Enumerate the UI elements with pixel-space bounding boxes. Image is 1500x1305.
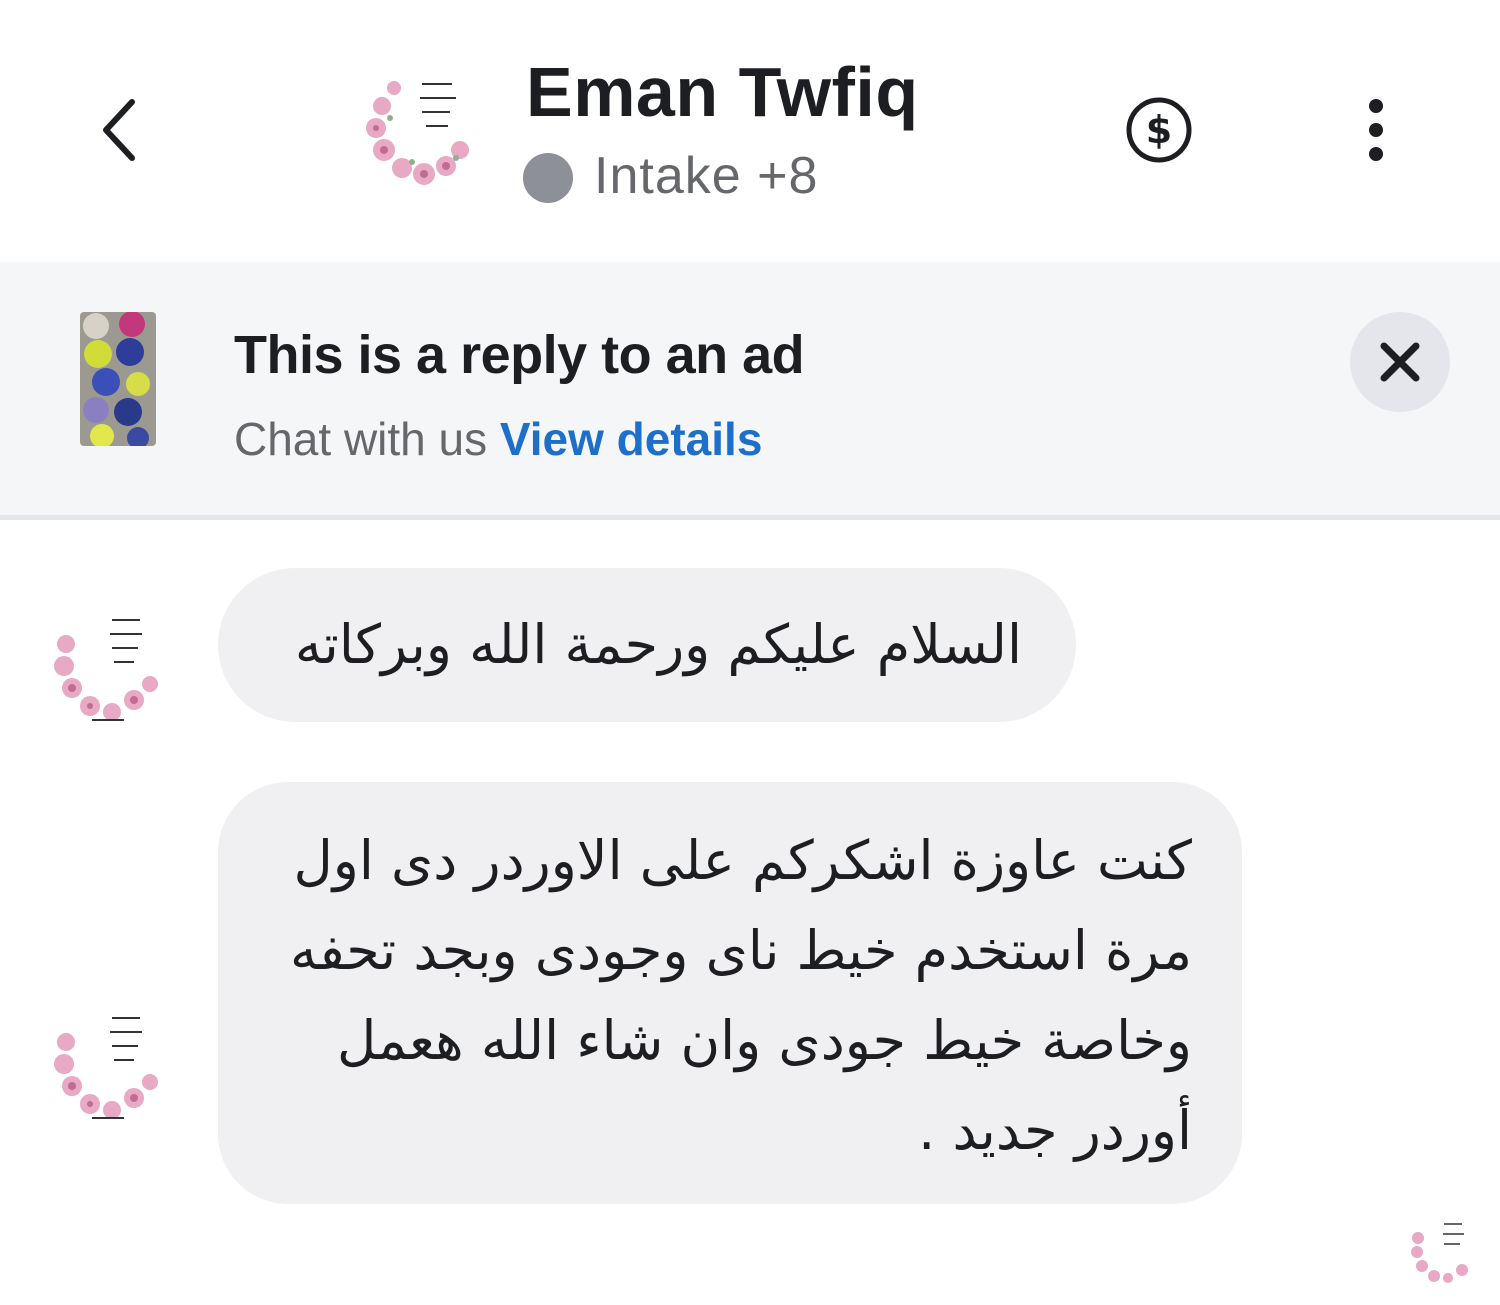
- back-button[interactable]: [88, 88, 152, 172]
- status-indicator: [523, 153, 573, 203]
- sender-avatar[interactable]: [52, 1002, 162, 1122]
- view-details-link[interactable]: View details: [500, 413, 763, 465]
- contact-avatar[interactable]: [360, 66, 480, 186]
- payment-button[interactable]: $: [1124, 95, 1194, 165]
- more-vertical-icon: [1369, 99, 1383, 161]
- ad-reply-banner: This is a reply to an ad Chat with us Vi…: [0, 262, 1500, 520]
- svg-text:$: $: [1146, 108, 1172, 152]
- ad-banner-subtitle: Chat with us View details: [234, 412, 762, 466]
- ad-banner-subtitle-text: Chat with us: [234, 413, 488, 465]
- message-bubble[interactable]: كنت عاوزة اشكركم على الاوردر دى اول مرة …: [218, 782, 1242, 1204]
- chevron-left-icon: [103, 99, 135, 161]
- close-icon: [1380, 342, 1420, 382]
- more-options-button[interactable]: [1354, 96, 1398, 164]
- dollar-circle-icon: $: [1126, 97, 1192, 163]
- contact-name[interactable]: Eman Twfiq: [526, 52, 919, 132]
- sender-avatar[interactable]: [52, 604, 162, 724]
- ad-banner-title: This is a reply to an ad: [234, 325, 805, 385]
- seen-receipt-avatar: [1410, 1214, 1474, 1284]
- contact-status-label[interactable]: Intake +8: [594, 146, 818, 206]
- ad-thumbnail[interactable]: [80, 312, 156, 446]
- chat-header: Eman Twfiq Intake +8 $: [0, 0, 1500, 262]
- message-bubble[interactable]: السلام عليكم ورحمة الله وبركاته: [218, 568, 1076, 722]
- close-banner-button[interactable]: [1350, 312, 1450, 412]
